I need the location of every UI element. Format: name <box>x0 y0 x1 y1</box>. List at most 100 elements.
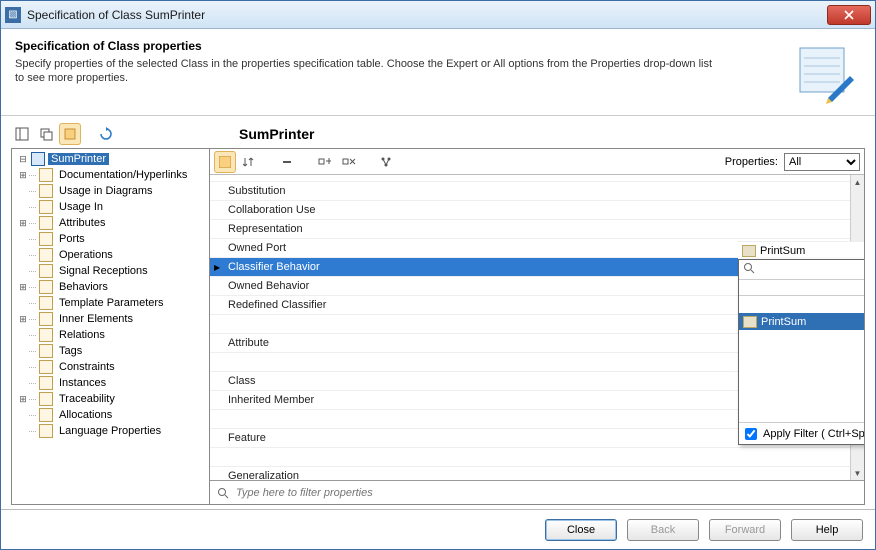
tree-node[interactable]: ····Signal Receptions <box>14 263 207 279</box>
help-button[interactable]: Help <box>791 519 863 541</box>
tree-node[interactable]: ⊞····Traceability <box>14 391 207 407</box>
dropdown-search-row: ▾ <box>739 260 864 280</box>
toolbar-button-1[interactable] <box>11 123 33 145</box>
property-filter-input[interactable] <box>236 487 858 499</box>
tree-root[interactable]: ⊟ SumPrinter <box>14 151 207 167</box>
property-name: Generalization <box>228 470 299 480</box>
content-area: SumPrinter ⊟ SumPrinter ⊞····Documentati… <box>1 116 875 509</box>
node-icon <box>39 200 53 214</box>
collapse-icon[interactable]: ⊟ <box>18 154 28 165</box>
tree-node[interactable]: ····Allocations <box>14 407 207 423</box>
header-description: Specify properties of the selected Class… <box>15 57 715 86</box>
tree-node-label: Inner Elements <box>56 313 136 325</box>
tree-node[interactable]: ····Language Properties <box>14 423 207 439</box>
refresh-button[interactable] <box>95 123 117 145</box>
classifier-behavior-value-cell[interactable]: PrintSum ▼ <box>738 241 864 260</box>
forward-button[interactable]: Forward <box>709 519 781 541</box>
close-window-button[interactable] <box>827 5 871 25</box>
node-icon <box>39 328 53 342</box>
property-row[interactable]: Generalization <box>210 467 850 480</box>
tree-node-label: Allocations <box>56 409 115 421</box>
scroll-down-icon[interactable]: ▼ <box>851 466 864 480</box>
property-row[interactable]: Collaboration Use <box>210 201 850 220</box>
tree-node[interactable]: ⊞····Inner Elements <box>14 311 207 327</box>
property-name: Owned Port <box>228 242 286 254</box>
scroll-up-icon[interactable]: ▲ <box>851 175 864 189</box>
close-button[interactable]: Close <box>545 519 617 541</box>
tree-node[interactable]: ····Instances <box>14 375 207 391</box>
toolbar-button-3[interactable] <box>59 123 81 145</box>
tree-node-label: Instances <box>56 377 109 389</box>
search-icon <box>216 486 230 500</box>
property-row[interactable]: Representation <box>210 220 850 239</box>
title-bar: ▧ Specification of Class SumPrinter <box>1 1 875 29</box>
rp-tool-6[interactable] <box>376 151 398 173</box>
tree-node[interactable]: ····Constraints <box>14 359 207 375</box>
node-icon <box>39 216 53 230</box>
apply-filter-checkbox[interactable] <box>745 428 757 440</box>
tree-node[interactable]: ····Operations <box>14 247 207 263</box>
properties-dropdown-label: Properties: <box>725 156 778 168</box>
class-icon <box>31 152 45 166</box>
dropdown-option[interactable]: PrintSum <box>739 313 864 330</box>
property-row[interactable]: Substitution <box>210 182 850 201</box>
tree-node-label: Template Parameters <box>56 297 167 309</box>
expand-icon[interactable]: ⊞ <box>18 394 28 405</box>
tree-node-label: Operations <box>56 249 116 261</box>
tree-node[interactable]: ⊞····Behaviors <box>14 279 207 295</box>
node-icon <box>39 296 53 310</box>
main-split: ⊟ SumPrinter ⊞····Documentation/Hyperlin… <box>11 148 865 505</box>
tree-node-label: Relations <box>56 329 108 341</box>
back-button[interactable]: Back <box>627 519 699 541</box>
properties-mode-select[interactable]: All <box>784 153 860 171</box>
window-title: Specification of Class SumPrinter <box>27 8 827 22</box>
property-list[interactable]: Owned Use CaseSubstitutionCollaboration … <box>210 175 864 480</box>
expand-icon[interactable]: ⊞ <box>18 218 28 229</box>
header-illustration <box>791 39 861 109</box>
tree-node[interactable]: ····Usage In <box>14 199 207 215</box>
sort-icon <box>243 156 255 168</box>
tree-node[interactable]: ····Usage in Diagrams <box>14 183 207 199</box>
rp-tool-sort[interactable] <box>238 151 260 173</box>
property-name: Inherited Member <box>228 394 314 406</box>
dropdown-option-label: PrintSum <box>761 316 806 328</box>
node-icon <box>39 424 53 438</box>
tree-node-label: Language Properties <box>56 425 164 437</box>
dropdown-search-input[interactable] <box>759 264 864 276</box>
activity-icon <box>742 245 756 257</box>
tree-node-label: Documentation/Hyperlinks <box>56 169 190 181</box>
tree-node[interactable]: ····Tags <box>14 343 207 359</box>
property-row[interactable]: Owned Use Case <box>210 175 850 182</box>
node-icon <box>39 280 53 294</box>
expand-icon[interactable]: ⊞ <box>18 314 28 325</box>
tree-root-label: SumPrinter <box>48 153 109 165</box>
toolbar-button-2[interactable] <box>35 123 57 145</box>
properties-panel: Properties: All Owned Use CaseSubstituti… <box>210 149 864 504</box>
tree-node[interactable]: ····Ports <box>14 231 207 247</box>
node-icon <box>39 184 53 198</box>
tree-node-label: Traceability <box>56 393 118 405</box>
dropdown-match-line: 1 match found with filter applied <box>739 280 864 296</box>
property-name: Attribute <box>228 337 269 349</box>
search-icon <box>743 262 755 277</box>
value-dropdown: ▾ 1 match found with filter applied Prin… <box>738 259 864 445</box>
tree-node-label: Signal Receptions <box>56 265 151 277</box>
tree-node[interactable]: ····Template Parameters <box>14 295 207 311</box>
dialog-window: ▧ Specification of Class SumPrinter Spec… <box>0 0 876 550</box>
tree-node[interactable]: ⊞····Documentation/Hyperlinks <box>14 167 207 183</box>
dropdown-options[interactable]: PrintSum <box>739 296 864 422</box>
expand-icon[interactable]: ⊞ <box>18 170 28 181</box>
rp-tool-4[interactable] <box>314 151 336 173</box>
tree-node[interactable]: ····Relations <box>14 327 207 343</box>
rp-tool-5[interactable] <box>338 151 360 173</box>
tree-node[interactable]: ⊞····Attributes <box>14 215 207 231</box>
header-heading: Specification of Class properties <box>15 39 781 53</box>
tree-node-label: Tags <box>56 345 85 357</box>
dropdown-option[interactable] <box>739 296 864 313</box>
rp-tool-1[interactable] <box>214 151 236 173</box>
expand-icon[interactable]: ⊞ <box>18 282 28 293</box>
tree-panel[interactable]: ⊟ SumPrinter ⊞····Documentation/Hyperlin… <box>12 149 210 504</box>
property-name: Classifier Behavior <box>228 261 320 273</box>
node-icon <box>39 408 53 422</box>
rp-tool-3[interactable] <box>276 151 298 173</box>
